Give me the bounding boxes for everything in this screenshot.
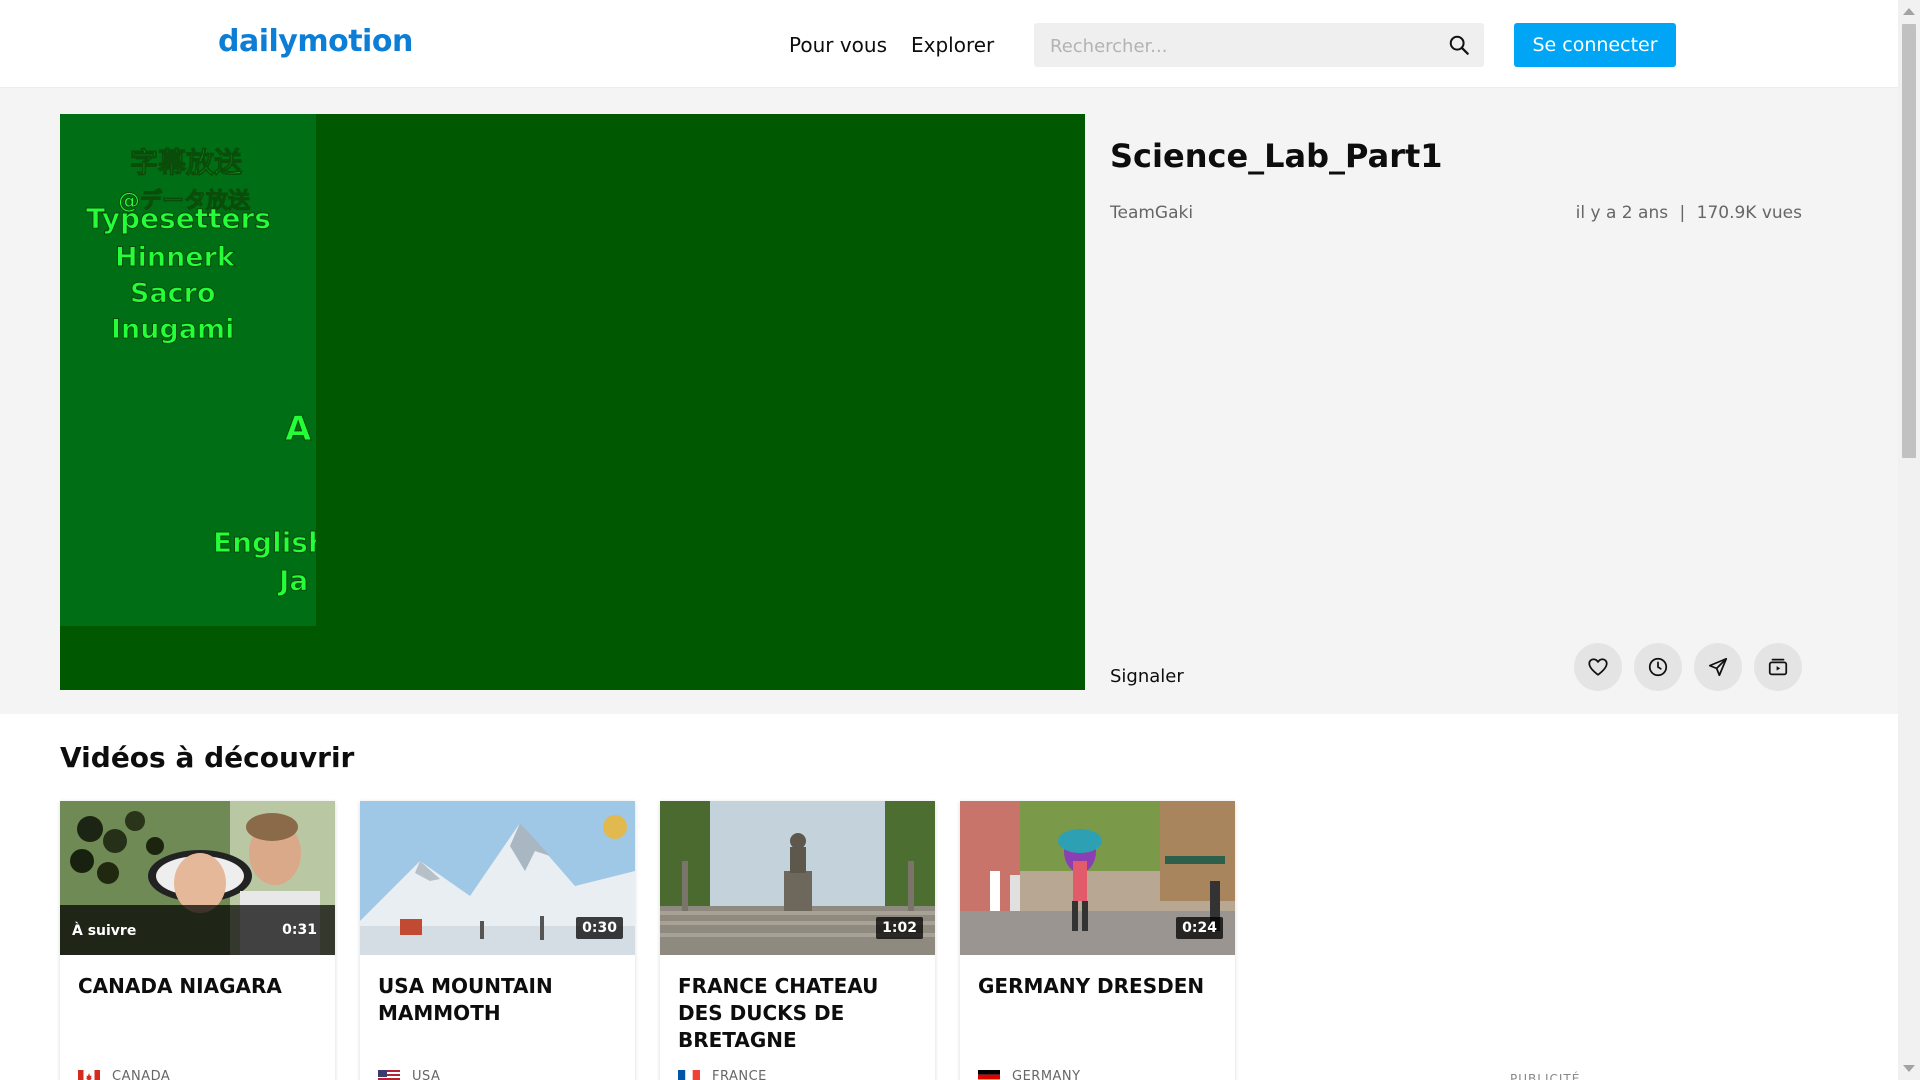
heart-icon bbox=[1588, 658, 1608, 676]
discover-section-title: Vidéos à découvrir bbox=[60, 741, 355, 774]
report-link[interactable]: Signaler bbox=[1110, 666, 1184, 687]
video-card-country: GERMANY bbox=[978, 1069, 1081, 1080]
nav-pour-vous[interactable]: Pour vous bbox=[789, 33, 887, 57]
video-duration: 0:30 bbox=[576, 917, 623, 939]
up-next-bar: À suivre 0:31 bbox=[60, 905, 335, 955]
canada-flag-icon bbox=[78, 1069, 100, 1080]
video-card[interactable]: 1:02 FRANCE CHATEAU DES DUCKS DE BRETAGN… bbox=[660, 801, 935, 1080]
player-credit-text: Ja bbox=[278, 564, 309, 598]
france-flag-icon bbox=[678, 1069, 700, 1080]
scroll-up-arrow-icon[interactable] bbox=[1903, 8, 1915, 15]
clock-icon bbox=[1648, 657, 1668, 677]
watch-later-button[interactable] bbox=[1634, 643, 1682, 691]
player-credit-text: Hinnerk bbox=[115, 242, 236, 274]
video-duration: 0:31 bbox=[282, 922, 317, 938]
scrollbar[interactable] bbox=[1898, 0, 1920, 1080]
video-card[interactable]: 0:24 GERMANY DRESDEN GERMANY bbox=[960, 801, 1235, 1080]
video-card-title[interactable]: FRANCE CHATEAU DES DUCKS DE BRETAGNE bbox=[678, 973, 918, 1054]
player-credit-text: English bbox=[213, 526, 316, 560]
video-duration: 0:24 bbox=[1176, 917, 1223, 939]
video-card[interactable]: 0:30 USA MOUNTAIN MAMMOTH USA bbox=[360, 801, 635, 1080]
video-card-country: FRANCE bbox=[678, 1069, 767, 1080]
video-card-title[interactable]: USA MOUNTAIN MAMMOTH bbox=[378, 973, 618, 1027]
meta-separator: | bbox=[1679, 203, 1686, 223]
share-button[interactable] bbox=[1694, 643, 1742, 691]
country-label: FRANCE bbox=[712, 1069, 767, 1080]
page: dailymotion Pour vous Explorer Se connec… bbox=[0, 0, 1898, 1080]
country-label: GERMANY bbox=[1012, 1069, 1081, 1080]
channel-name[interactable]: TeamGaki bbox=[1110, 203, 1193, 223]
player-subtitle-panel: 字幕放送 @データ放送 Typesetters Hinnerk Sacro In… bbox=[60, 114, 316, 626]
player-credit-text: A bbox=[284, 409, 312, 450]
search-box bbox=[1034, 23, 1484, 69]
signin-button[interactable]: Se connecter bbox=[1514, 23, 1676, 67]
video-player[interactable]: 字幕放送 @データ放送 Typesetters Hinnerk Sacro In… bbox=[60, 114, 1085, 690]
scroll-down-arrow-icon[interactable] bbox=[1903, 1065, 1915, 1072]
share-icon bbox=[1708, 657, 1728, 677]
country-label: CANADA bbox=[112, 1069, 171, 1080]
video-views: 170.9K vues bbox=[1696, 203, 1802, 223]
video-duration: 1:02 bbox=[876, 917, 923, 939]
usa-flag-icon bbox=[378, 1069, 400, 1080]
video-card-title[interactable]: CANADA NIAGARA bbox=[78, 973, 318, 1000]
video-meta: il y a 2 ans | 170.9K vues bbox=[1576, 203, 1802, 223]
header: dailymotion Pour vous Explorer Se connec… bbox=[0, 0, 1898, 88]
video-card-country: USA bbox=[378, 1069, 440, 1080]
germany-flag-icon bbox=[978, 1069, 1000, 1080]
player-credit-text: Inugami bbox=[110, 314, 235, 346]
nav-explorer[interactable]: Explorer bbox=[911, 33, 994, 57]
video-card-country: CANADA bbox=[78, 1069, 170, 1080]
add-to-playlist-button[interactable] bbox=[1754, 643, 1802, 691]
advertisement-label: PUBLICITÉ bbox=[1510, 1072, 1581, 1080]
video-title: Science_Lab_Part1 bbox=[1110, 137, 1443, 175]
playlist-icon bbox=[1768, 658, 1788, 676]
scrollbar-thumb[interactable] bbox=[1902, 24, 1916, 458]
like-button[interactable] bbox=[1574, 643, 1622, 691]
up-next-label: À suivre bbox=[72, 923, 137, 939]
player-credit-text: Typesetters bbox=[86, 202, 272, 236]
player-credit-text: 字幕放送 bbox=[129, 146, 243, 180]
video-card[interactable]: À suivre 0:31 CANADA NIAGARA CANADA bbox=[60, 801, 335, 1080]
video-card-title[interactable]: GERMANY DRESDEN bbox=[978, 973, 1218, 1000]
dailymotion-logo[interactable]: dailymotion bbox=[218, 24, 413, 59]
country-label: USA bbox=[412, 1069, 441, 1080]
search-icon[interactable] bbox=[1448, 34, 1470, 56]
search-input[interactable] bbox=[1048, 23, 1432, 69]
video-age: il y a 2 ans bbox=[1575, 203, 1669, 223]
player-credit-text: Sacro bbox=[130, 278, 217, 310]
